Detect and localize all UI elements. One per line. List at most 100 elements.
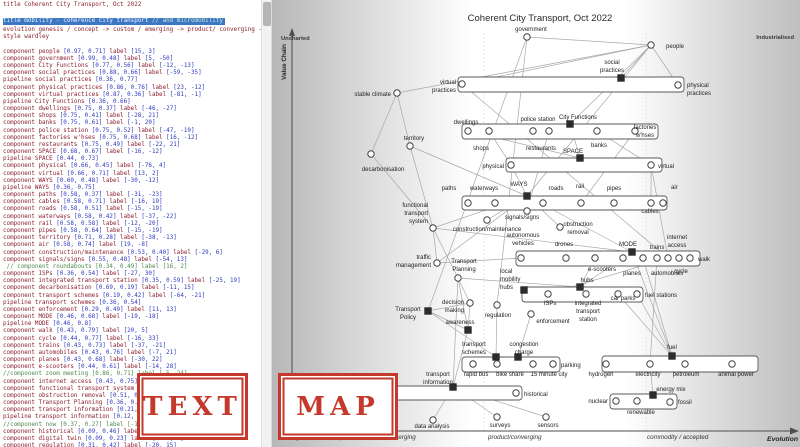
node-cycle[interactable] bbox=[675, 254, 683, 262]
node-space[interactable] bbox=[576, 154, 584, 162]
node-data_analysis[interactable] bbox=[429, 416, 437, 424]
node-functional_transport_system[interactable] bbox=[429, 224, 437, 232]
node-label-paths: paths bbox=[442, 186, 457, 192]
node-label-fuel_stations: fuel stations bbox=[645, 293, 677, 299]
node-planes[interactable] bbox=[619, 254, 627, 262]
node-sensors[interactable] bbox=[542, 413, 550, 421]
node-mode[interactable] bbox=[628, 248, 636, 256]
node-label-decision_making: decision making bbox=[442, 300, 464, 314]
node-hubs[interactable] bbox=[576, 283, 584, 291]
node-label-functional_transport_system: functional transport system bbox=[402, 203, 428, 225]
node-surveys[interactable] bbox=[493, 413, 501, 421]
node-fifteen_min_city[interactable] bbox=[529, 360, 537, 368]
node-city_functions[interactable] bbox=[566, 120, 574, 128]
node-physical[interactable] bbox=[507, 161, 515, 169]
node-walk[interactable] bbox=[686, 254, 694, 262]
node-shops[interactable] bbox=[485, 127, 493, 135]
node-pipes[interactable] bbox=[610, 199, 618, 207]
node-autonomous_vehicles[interactable] bbox=[517, 254, 525, 262]
node-regulation[interactable] bbox=[493, 301, 501, 309]
node-paths[interactable] bbox=[464, 199, 472, 207]
annotation-label: TEXT bbox=[143, 391, 242, 422]
pipeline-bar bbox=[505, 157, 663, 173]
node-automobiles[interactable] bbox=[639, 254, 647, 262]
node-label-restaurants: restaurants bbox=[526, 146, 556, 152]
node-label-car_parks: car parks bbox=[611, 296, 636, 302]
node-label-animal_power: animal power bbox=[718, 372, 754, 378]
node-label-virtual: virtual bbox=[658, 164, 674, 170]
pipeline-bar bbox=[457, 76, 685, 93]
node-fossil[interactable] bbox=[666, 398, 674, 406]
node-rail[interactable] bbox=[577, 199, 585, 207]
node-label-integrated_transport_station: integrated transport station bbox=[575, 301, 602, 323]
node-energy_mix[interactable] bbox=[649, 391, 657, 399]
node-cables[interactable] bbox=[647, 199, 655, 207]
node-bike_share[interactable] bbox=[493, 360, 501, 368]
node-restaurants[interactable] bbox=[529, 127, 537, 135]
node-renewable[interactable] bbox=[633, 397, 641, 405]
map-pipelines bbox=[332, 76, 759, 410]
node-physical_practices[interactable] bbox=[674, 81, 682, 89]
node-signals_signs[interactable] bbox=[523, 207, 531, 215]
node-animal_power[interactable] bbox=[728, 360, 736, 368]
node-virtual[interactable] bbox=[647, 161, 655, 169]
node-label-trains: trains bbox=[650, 245, 665, 251]
node-people[interactable] bbox=[647, 41, 655, 49]
node-awareness[interactable] bbox=[464, 326, 472, 334]
node-trains[interactable] bbox=[653, 254, 661, 262]
node-nuclear[interactable] bbox=[612, 397, 620, 405]
node-label-virtual_practices: virtual practices bbox=[432, 80, 456, 94]
node-label-energy_mix: energy mix bbox=[656, 387, 685, 393]
node-virtual_practices[interactable] bbox=[458, 80, 466, 88]
node-transport_policy[interactable] bbox=[424, 307, 432, 315]
pipeline-bar bbox=[515, 250, 701, 267]
node-ways[interactable] bbox=[523, 192, 531, 200]
node-label-transport_policy: Transport Policy bbox=[395, 307, 421, 321]
node-transport_planning[interactable] bbox=[454, 274, 462, 282]
node-label-electricity: electricity bbox=[635, 372, 660, 378]
node-fuel[interactable] bbox=[668, 352, 676, 360]
node-waterways[interactable] bbox=[491, 199, 499, 207]
node-construction_maintenance[interactable] bbox=[483, 216, 491, 224]
node-label-cycle: cycle bbox=[674, 269, 688, 275]
industrialised-label: Industrialised bbox=[756, 35, 794, 41]
node-drones[interactable] bbox=[562, 254, 570, 262]
node-banks[interactable] bbox=[593, 127, 601, 135]
node-label-pipes: pipes bbox=[607, 186, 621, 192]
node-historical[interactable] bbox=[512, 389, 520, 397]
node-social_practices[interactable] bbox=[617, 74, 625, 82]
node-stable_climate[interactable] bbox=[393, 89, 401, 97]
node-label-fossil: fossil bbox=[678, 400, 692, 406]
node-electricity[interactable] bbox=[646, 360, 654, 368]
node-enforcement[interactable] bbox=[527, 310, 535, 318]
node-decision_making[interactable] bbox=[466, 299, 474, 307]
node-obstruction_removal[interactable] bbox=[556, 223, 564, 231]
node-air[interactable] bbox=[659, 199, 667, 207]
node-label-isps: ISPs bbox=[544, 301, 557, 307]
node-rapid_bus[interactable] bbox=[469, 360, 477, 368]
evolution-arrow bbox=[790, 427, 799, 435]
node-roads[interactable] bbox=[539, 199, 547, 207]
node-label-sensors: sensors bbox=[537, 423, 558, 429]
node-parking[interactable] bbox=[549, 360, 557, 368]
edge-car_parks-fuel bbox=[617, 293, 673, 357]
node-petroleum[interactable] bbox=[681, 360, 689, 368]
node-hydrogen[interactable] bbox=[602, 360, 610, 368]
node-isps[interactable] bbox=[544, 290, 552, 298]
node-decarbonisation[interactable] bbox=[367, 150, 375, 158]
node-government[interactable] bbox=[523, 33, 531, 41]
wardley-map-app: title Coherent City Transport, Oct 2022 t… bbox=[0, 0, 800, 447]
node-transport_schemes[interactable] bbox=[492, 353, 500, 361]
node-dwellings[interactable] bbox=[464, 127, 472, 135]
node-label-traffic_management: traffic management bbox=[396, 255, 431, 269]
node-label-congestion_charge: congestion charge bbox=[509, 342, 538, 356]
node-territory[interactable] bbox=[406, 142, 414, 150]
node-label-bike_share: bike share bbox=[496, 372, 524, 378]
node-traffic_management[interactable] bbox=[433, 259, 441, 267]
node-police_station[interactable] bbox=[545, 127, 553, 135]
node-local_mobility_hubs[interactable] bbox=[520, 286, 528, 294]
node-e_scooters[interactable] bbox=[591, 254, 599, 262]
node-label-planes: planes bbox=[623, 271, 641, 277]
node-integrated_transport_station[interactable] bbox=[582, 290, 590, 298]
node-internet_access[interactable] bbox=[664, 254, 672, 262]
